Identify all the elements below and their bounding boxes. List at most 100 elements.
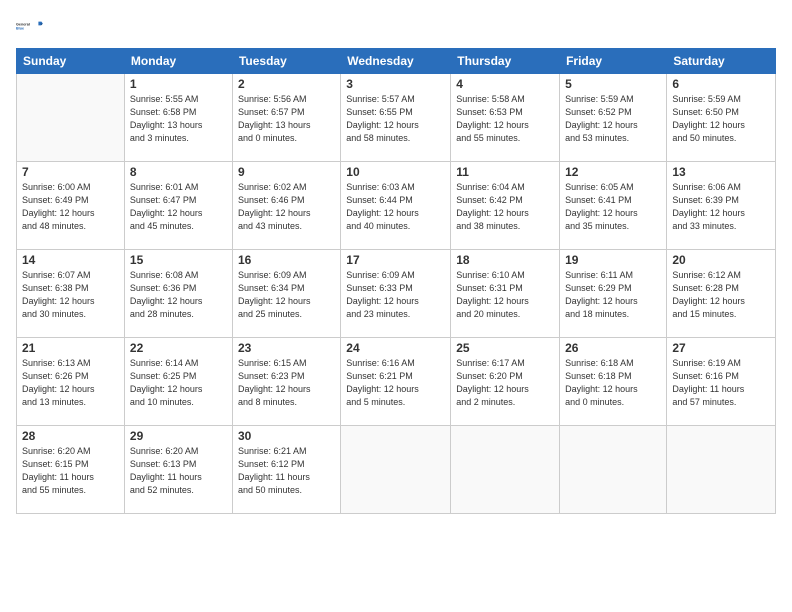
day-info: Sunrise: 6:18 AM Sunset: 6:18 PM Dayligh… [565,357,661,409]
day-number: 12 [565,165,661,179]
day-info: Sunrise: 6:03 AM Sunset: 6:44 PM Dayligh… [346,181,445,233]
day-number: 15 [130,253,227,267]
day-number: 17 [346,253,445,267]
weekday-header-monday: Monday [124,49,232,74]
calendar-cell: 18 Sunrise: 6:10 AM Sunset: 6:31 PM Dayli… [451,250,560,338]
calendar-cell: 30 Sunrise: 6:21 AM Sunset: 6:12 PM Dayli… [232,426,340,514]
day-info: Sunrise: 6:00 AM Sunset: 6:49 PM Dayligh… [22,181,119,233]
calendar-cell: 12 Sunrise: 6:05 AM Sunset: 6:41 PM Dayli… [560,162,667,250]
day-info: Sunrise: 5:59 AM Sunset: 6:52 PM Dayligh… [565,93,661,145]
day-number: 8 [130,165,227,179]
day-number: 9 [238,165,335,179]
day-number: 24 [346,341,445,355]
weekday-header-sunday: Sunday [17,49,125,74]
day-info: Sunrise: 5:59 AM Sunset: 6:50 PM Dayligh… [672,93,770,145]
day-number: 18 [456,253,554,267]
calendar-cell [667,426,776,514]
calendar-cell [560,426,667,514]
calendar-cell: 8 Sunrise: 6:01 AM Sunset: 6:47 PM Daylig… [124,162,232,250]
day-info: Sunrise: 5:58 AM Sunset: 6:53 PM Dayligh… [456,93,554,145]
svg-text:General: General [16,22,30,26]
day-number: 19 [565,253,661,267]
day-number: 28 [22,429,119,443]
calendar-cell: 17Sunrise: 6:09 AM Sunset: 6:33 PM Dayli… [341,250,451,338]
calendar-cell: 9 Sunrise: 6:02 AM Sunset: 6:46 PM Daylig… [232,162,340,250]
week-row-1: 1Sunrise: 5:55 AM Sunset: 6:58 PM Daylig… [17,74,776,162]
day-info: Sunrise: 6:19 AM Sunset: 6:16 PM Dayligh… [672,357,770,409]
day-info: Sunrise: 6:11 AM Sunset: 6:29 PM Dayligh… [565,269,661,321]
day-info: Sunrise: 5:57 AM Sunset: 6:55 PM Dayligh… [346,93,445,145]
day-number: 13 [672,165,770,179]
calendar-cell: 25Sunrise: 6:17 AM Sunset: 6:20 PM Dayli… [451,338,560,426]
day-info: Sunrise: 6:17 AM Sunset: 6:20 PM Dayligh… [456,357,554,409]
calendar-cell: 1Sunrise: 5:55 AM Sunset: 6:58 PM Daylig… [124,74,232,162]
calendar-cell: 11 Sunrise: 6:04 AM Sunset: 6:42 PM Dayli… [451,162,560,250]
day-info: Sunrise: 6:20 AM Sunset: 6:15 PM Dayligh… [22,445,119,497]
day-number: 26 [565,341,661,355]
weekday-header-tuesday: Tuesday [232,49,340,74]
calendar-cell: 15 Sunrise: 6:08 AM Sunset: 6:36 PM Dayli… [124,250,232,338]
day-number: 23 [238,341,335,355]
calendar-cell: 24 Sunrise: 6:16 AM Sunset: 6:21 PM Dayli… [341,338,451,426]
day-info: Sunrise: 5:56 AM Sunset: 6:57 PM Dayligh… [238,93,335,145]
day-info: Sunrise: 6:05 AM Sunset: 6:41 PM Dayligh… [565,181,661,233]
calendar-cell: 22 Sunrise: 6:14 AM Sunset: 6:25 PM Dayli… [124,338,232,426]
day-info: Sunrise: 6:06 AM Sunset: 6:39 PM Dayligh… [672,181,770,233]
day-info: Sunrise: 6:15 AM Sunset: 6:23 PM Dayligh… [238,357,335,409]
calendar-cell: 2 Sunrise: 5:56 AM Sunset: 6:57 PM Daylig… [232,74,340,162]
calendar-cell: 20Sunrise: 6:12 AM Sunset: 6:28 PM Dayli… [667,250,776,338]
day-number: 5 [565,77,661,91]
day-info: Sunrise: 6:10 AM Sunset: 6:31 PM Dayligh… [456,269,554,321]
day-number: 16 [238,253,335,267]
day-number: 3 [346,77,445,91]
day-number: 30 [238,429,335,443]
day-number: 4 [456,77,554,91]
week-row-3: 14 Sunrise: 6:07 AM Sunset: 6:38 PM Dayli… [17,250,776,338]
calendar-cell [17,74,125,162]
day-info: Sunrise: 6:12 AM Sunset: 6:28 PM Dayligh… [672,269,770,321]
calendar-cell: 23 Sunrise: 6:15 AM Sunset: 6:23 PM Dayli… [232,338,340,426]
day-info: Sunrise: 6:21 AM Sunset: 6:12 PM Dayligh… [238,445,335,497]
week-row-2: 7 Sunrise: 6:00 AM Sunset: 6:49 PM Daylig… [17,162,776,250]
day-info: Sunrise: 6:09 AM Sunset: 6:34 PM Dayligh… [238,269,335,321]
weekday-header-friday: Friday [560,49,667,74]
svg-text:Blue: Blue [16,27,24,31]
day-info: Sunrise: 6:16 AM Sunset: 6:21 PM Dayligh… [346,357,445,409]
day-info: Sunrise: 6:01 AM Sunset: 6:47 PM Dayligh… [130,181,227,233]
day-info: Sunrise: 6:08 AM Sunset: 6:36 PM Dayligh… [130,269,227,321]
calendar-cell: 6 Sunrise: 5:59 AM Sunset: 6:50 PM Daylig… [667,74,776,162]
day-info: Sunrise: 6:02 AM Sunset: 6:46 PM Dayligh… [238,181,335,233]
day-info: Sunrise: 6:14 AM Sunset: 6:25 PM Dayligh… [130,357,227,409]
header: General Blue [16,12,776,40]
day-info: Sunrise: 6:20 AM Sunset: 6:13 PM Dayligh… [130,445,227,497]
week-row-5: 28 Sunrise: 6:20 AM Sunset: 6:15 PM Dayli… [17,426,776,514]
day-number: 14 [22,253,119,267]
day-number: 11 [456,165,554,179]
calendar-cell: 7 Sunrise: 6:00 AM Sunset: 6:49 PM Daylig… [17,162,125,250]
logo: General Blue [16,12,44,40]
day-number: 7 [22,165,119,179]
calendar-cell: 28 Sunrise: 6:20 AM Sunset: 6:15 PM Dayli… [17,426,125,514]
calendar-cell: 5 Sunrise: 5:59 AM Sunset: 6:52 PM Daylig… [560,74,667,162]
calendar-cell [341,426,451,514]
day-number: 2 [238,77,335,91]
day-number: 21 [22,341,119,355]
calendar-cell: 21Sunrise: 6:13 AM Sunset: 6:26 PM Dayli… [17,338,125,426]
calendar-cell: 14 Sunrise: 6:07 AM Sunset: 6:38 PM Dayli… [17,250,125,338]
day-number: 22 [130,341,227,355]
calendar-cell: 27 Sunrise: 6:19 AM Sunset: 6:16 PM Dayli… [667,338,776,426]
logo-icon: General Blue [16,12,44,40]
calendar-cell: 4 Sunrise: 5:58 AM Sunset: 6:53 PM Daylig… [451,74,560,162]
weekday-header-row: SundayMondayTuesdayWednesdayThursdayFrid… [17,49,776,74]
day-number: 6 [672,77,770,91]
calendar-cell: 10Sunrise: 6:03 AM Sunset: 6:44 PM Dayli… [341,162,451,250]
weekday-header-saturday: Saturday [667,49,776,74]
day-number: 1 [130,77,227,91]
day-info: Sunrise: 6:07 AM Sunset: 6:38 PM Dayligh… [22,269,119,321]
calendar-cell: 3 Sunrise: 5:57 AM Sunset: 6:55 PM Daylig… [341,74,451,162]
day-number: 27 [672,341,770,355]
calendar-cell: 13 Sunrise: 6:06 AM Sunset: 6:39 PM Dayli… [667,162,776,250]
day-info: Sunrise: 6:04 AM Sunset: 6:42 PM Dayligh… [456,181,554,233]
week-row-4: 21Sunrise: 6:13 AM Sunset: 6:26 PM Dayli… [17,338,776,426]
calendar-cell: 19 Sunrise: 6:11 AM Sunset: 6:29 PM Dayli… [560,250,667,338]
